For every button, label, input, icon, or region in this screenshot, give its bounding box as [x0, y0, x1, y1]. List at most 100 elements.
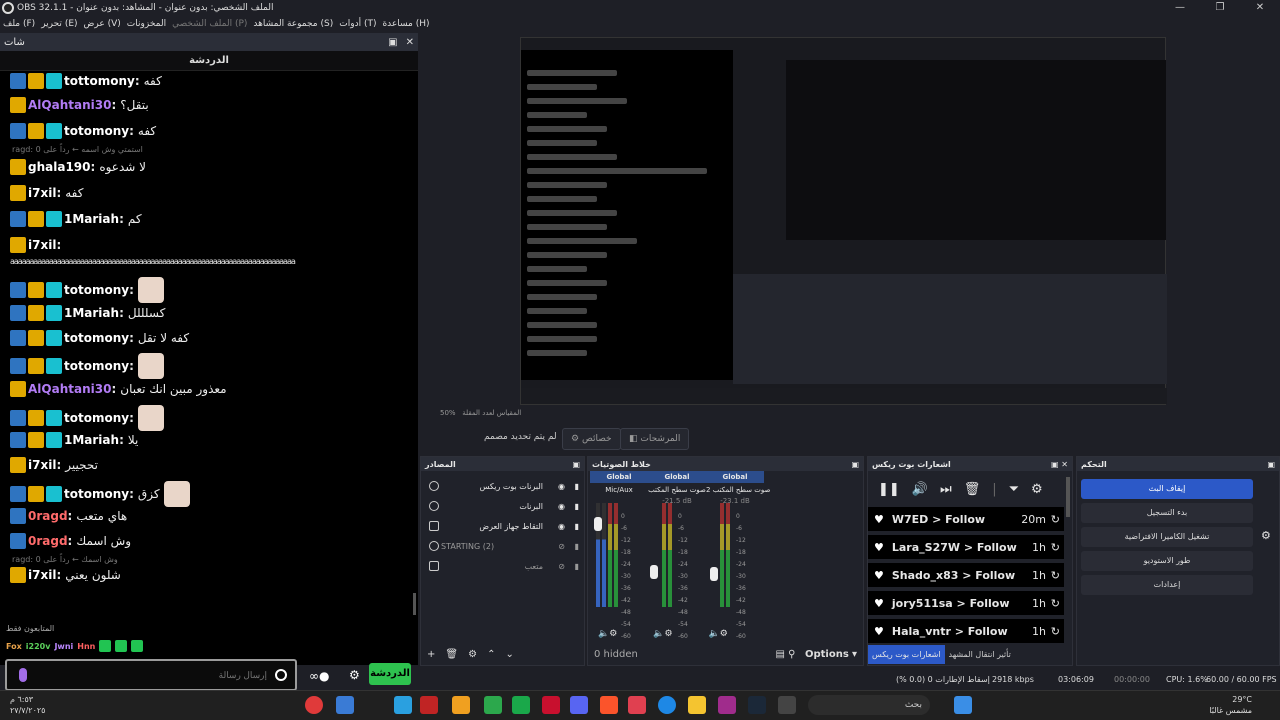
- filter-icon[interactable]: ⏷: [1009, 482, 1019, 497]
- brave-taskbar-icon[interactable]: [600, 696, 618, 714]
- emoji-icon[interactable]: [275, 669, 287, 681]
- bot-scrollbar[interactable]: [1066, 477, 1070, 517]
- xbox-taskbar-icon[interactable]: [512, 696, 530, 714]
- close-window-button[interactable]: ✕: [1240, 0, 1280, 16]
- move-up-icon[interactable]: ⌃: [487, 649, 495, 660]
- volume-fader[interactable]: [594, 517, 602, 531]
- explorer-taskbar-icon[interactable]: [688, 696, 706, 714]
- menu-file[interactable]: ملف (F): [3, 19, 35, 29]
- taskbar-clock[interactable]: ٦:٥٣ م ٢٧/٧/٢٠٢٥: [10, 694, 45, 716]
- dock-close-icon[interactable]: ✕: [406, 37, 414, 48]
- emote-icon[interactable]: [131, 640, 144, 652]
- preview-area[interactable]: 50% المقياس لعدد المقلة: [420, 33, 1280, 417]
- lock-icon[interactable]: ▮: [575, 482, 579, 491]
- link-icon[interactable]: ⚲: [788, 649, 795, 660]
- replay-icon[interactable]: ↻: [1051, 625, 1060, 638]
- menu-profile[interactable]: الملف الشخصي (P): [172, 19, 247, 29]
- browser-taskbar-icon[interactable]: [336, 696, 354, 714]
- mic-icon[interactable]: [19, 668, 27, 682]
- volume-icon[interactable]: 🔊: [912, 482, 928, 497]
- start-virtual-camera-button[interactable]: تشغيل الكاميرا الافتراضية: [1081, 527, 1253, 547]
- gear-icon[interactable]: ⚙: [1031, 482, 1043, 497]
- start-recording-button[interactable]: بدء التسجيل: [1081, 503, 1253, 523]
- taskbar-search[interactable]: بحث: [808, 695, 930, 715]
- replay-icon[interactable]: ↻: [1051, 597, 1060, 610]
- menu-view[interactable]: عرض (V): [84, 19, 121, 29]
- menu-scene-collection[interactable]: مجموعة المشاهد (S): [253, 19, 333, 29]
- emote-word[interactable]: i220v: [26, 642, 51, 651]
- replay-icon[interactable]: ↻: [1051, 569, 1060, 582]
- lock-icon[interactable]: ▮: [575, 562, 579, 571]
- hidden-icon[interactable]: ⊘: [558, 562, 565, 571]
- emote-icon[interactable]: [115, 640, 128, 652]
- stop-streaming-button[interactable]: إيقاف البث: [1081, 479, 1253, 499]
- filters-button[interactable]: ◧ المرشحات: [620, 428, 690, 450]
- menu-edit[interactable]: تحرير (E): [41, 19, 77, 29]
- weather-widget[interactable]: 29°C مشمس غالبًا: [1209, 694, 1252, 716]
- source-settings-icon[interactable]: ⚙: [468, 649, 477, 660]
- menu-help[interactable]: مساعدة (H): [382, 19, 429, 29]
- emote-icon[interactable]: [99, 640, 112, 652]
- add-source-icon[interactable]: +: [427, 649, 435, 660]
- menu-docks[interactable]: المخزونات: [127, 19, 166, 29]
- visibility-icon[interactable]: ◉: [558, 522, 565, 531]
- studio-mode-button[interactable]: طور الاستوديو: [1081, 551, 1253, 571]
- properties-button[interactable]: ⚙ خصائص: [562, 428, 621, 450]
- netflix-taskbar-icon[interactable]: [420, 696, 438, 714]
- app-taskbar-icon[interactable]: [778, 696, 796, 714]
- volume-fader[interactable]: [710, 567, 718, 581]
- speaker-icon[interactable]: 🔈⚙: [709, 629, 728, 639]
- tab-scene-transitions[interactable]: تأثير انتقال المشهد: [945, 645, 1015, 664]
- discord-taskbar-icon[interactable]: [570, 696, 588, 714]
- source-item[interactable]: البرنات ◉ ▮: [421, 497, 587, 515]
- dock-float-icon[interactable]: ▣: [1267, 460, 1275, 469]
- dock-float-icon[interactable]: ▣: [851, 460, 859, 469]
- dock-float-icon[interactable]: ▣: [572, 460, 580, 469]
- pause-icon[interactable]: ❚❚: [878, 482, 900, 497]
- mixer-options-button[interactable]: Options: [805, 649, 849, 660]
- dock-float-icon[interactable]: ▣: [1051, 460, 1059, 469]
- chat-settings-icon[interactable]: ⚙: [349, 668, 360, 682]
- follow-alert-row[interactable]: ♥ jory511sa > Follow 1h ↻: [868, 591, 1064, 615]
- app-taskbar-icon[interactable]: [718, 696, 736, 714]
- minimize-button[interactable]: —: [1160, 0, 1200, 16]
- follow-alert-row[interactable]: ♥ Shado_x83 > Follow 1h ↻: [868, 563, 1064, 587]
- move-down-icon[interactable]: ⌄: [505, 649, 513, 660]
- app-taskbar-icon[interactable]: [394, 696, 412, 714]
- app-taskbar-icon[interactable]: [628, 696, 646, 714]
- layout-icon[interactable]: ▤: [775, 649, 784, 660]
- settings-button[interactable]: إعدادات: [1081, 575, 1253, 595]
- source-item[interactable]: البرنات بوت ريكس ◉ ▮: [421, 477, 587, 495]
- volume-fader[interactable]: [650, 565, 658, 579]
- lock-icon[interactable]: ▮: [575, 542, 579, 551]
- steam-taskbar-icon[interactable]: [748, 696, 766, 714]
- chat-input-box[interactable]: [5, 659, 297, 691]
- app-taskbar-icon[interactable]: [452, 696, 470, 714]
- obs-taskbar-icon[interactable]: [305, 696, 323, 714]
- source-item[interactable]: STARTING (2) ⊘ ▮: [421, 537, 587, 555]
- dock-close-icon[interactable]: ✕: [1061, 460, 1068, 469]
- chat-scrollbar[interactable]: [413, 593, 416, 615]
- lock-icon[interactable]: ▮: [575, 522, 579, 531]
- edge-taskbar-icon[interactable]: [658, 696, 676, 714]
- remove-source-icon[interactable]: 🗑: [445, 649, 458, 660]
- replay-icon[interactable]: ↻: [1051, 513, 1060, 526]
- channel-points-icon[interactable]: ∞●: [309, 669, 329, 683]
- dock-float-icon[interactable]: ▣: [388, 37, 397, 48]
- chat-input[interactable]: [37, 666, 267, 684]
- source-item[interactable]: متعب ⊘ ▮: [421, 557, 587, 575]
- speaker-icon[interactable]: 🔈⚙: [653, 629, 672, 639]
- visibility-icon[interactable]: ◉: [558, 482, 565, 491]
- skip-icon[interactable]: ⏭: [940, 482, 952, 497]
- virtual-camera-settings-icon[interactable]: ⚙: [1261, 529, 1271, 542]
- app-taskbar-icon[interactable]: [542, 696, 560, 714]
- follow-alert-row[interactable]: ♥ Hala_vntr > Follow 1h ↻: [868, 619, 1064, 643]
- follow-alert-row[interactable]: ♥ Lara_S27W > Follow 1h ↻: [868, 535, 1064, 559]
- windows-start-icon[interactable]: [954, 696, 972, 714]
- lock-icon[interactable]: ▮: [575, 502, 579, 511]
- tab-bot-notifications[interactable]: اشعارات بوت ريكس: [868, 644, 945, 664]
- emote-word[interactable]: Fox: [6, 642, 22, 651]
- chat-send-button[interactable]: الدردشة: [369, 663, 411, 685]
- trash-icon[interactable]: 🗑: [964, 482, 981, 497]
- menu-tools[interactable]: أدوات (T): [339, 19, 376, 29]
